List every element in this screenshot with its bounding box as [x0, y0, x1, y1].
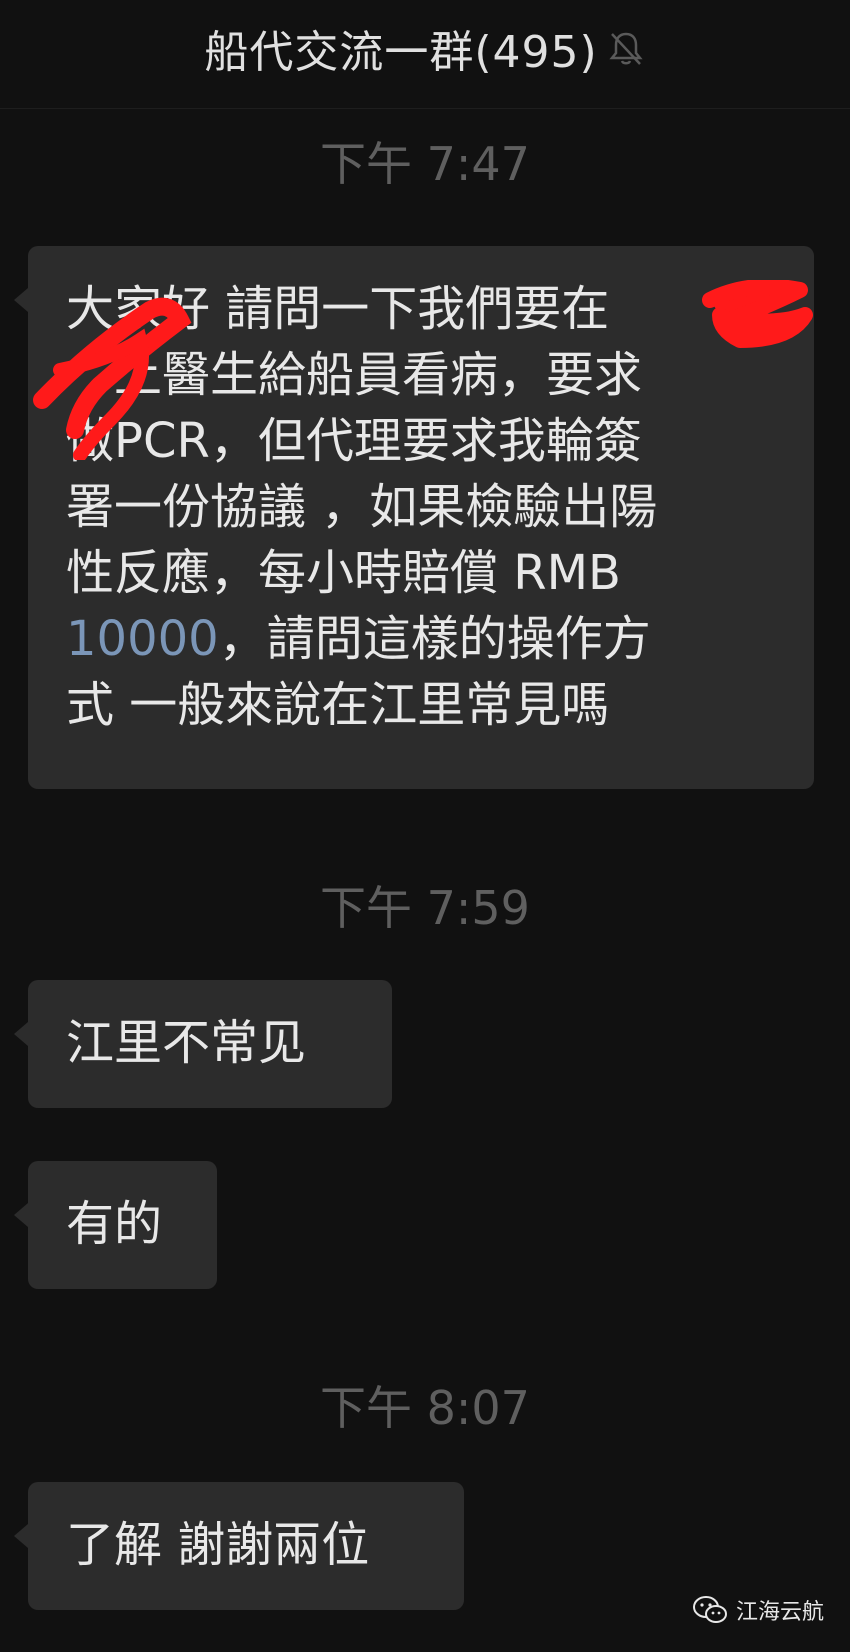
chat-header: 船代交流一群(495) — [0, 0, 850, 109]
message-bubble[interactable]: 有的 — [14, 1161, 217, 1289]
timestamp: 下午 8:07 — [320, 1381, 530, 1435]
message-text: 了解 謝謝兩位 — [66, 1517, 370, 1573]
message-text: 有的 — [66, 1196, 163, 1252]
timestamp: 下午 7:47 — [320, 137, 530, 191]
bell-slash-icon — [606, 28, 646, 68]
message-bubble[interactable]: 大家好 請問一下我們要在 上醫生給船員看病，要求 做PCR，但代理要求我輪簽 署… — [14, 246, 814, 789]
timestamp: 下午 7:59 — [320, 881, 530, 935]
chat-title[interactable]: 船代交流一群(495) — [204, 16, 597, 80]
message-text: 江里不常见 — [66, 1015, 307, 1071]
watermark: 江海云航 — [692, 1594, 824, 1626]
message-bubble[interactable]: 了解 謝謝兩位 — [14, 1482, 464, 1610]
wechat-icon — [692, 1596, 727, 1623]
message-text: 大家好 請問一下我們要在 上醫生給船員看病，要求 做PCR，但代理要求我輪簽 署… — [66, 281, 658, 733]
phone-number-link[interactable]: 10000 — [66, 611, 219, 667]
watermark-text: 江海云航 — [735, 1600, 824, 1625]
message-bubble[interactable]: 江里不常见 — [14, 980, 392, 1108]
